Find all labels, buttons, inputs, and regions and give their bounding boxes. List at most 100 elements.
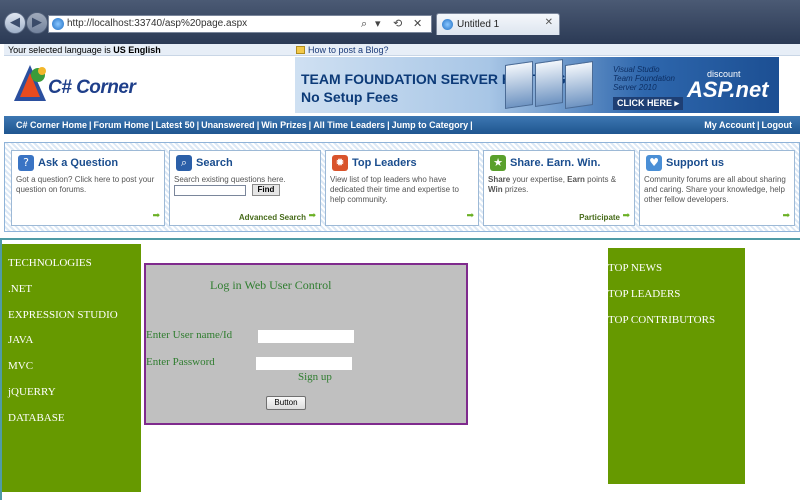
binoculars-icon: ⌕ (176, 155, 192, 171)
search-input[interactable] (174, 185, 246, 196)
share-earn-win-box: ★ Share. Earn. Win. Share your expertise… (483, 150, 635, 226)
left-sidebar: TECHNOLOGIES .NET EXPRESSION STUDIO JAVA… (2, 244, 141, 492)
support-us-box[interactable]: ♥ Support us Community forums are all ab… (639, 150, 795, 226)
arrow-right-icon[interactable]: ➡ (782, 210, 790, 221)
nav-home-link[interactable]: C# Corner Home (16, 120, 87, 130)
share-earn-win-title: Share. Earn. Win. (510, 157, 601, 169)
nav-separator: | (756, 120, 760, 130)
sidebar-item-dotnet[interactable]: .NET (2, 270, 141, 296)
product-box-image (505, 61, 533, 109)
nav-my-account-link[interactable]: My Account (704, 120, 755, 130)
main-nav: C# Corner Home | Forum Home | Latest 50 | Unan… (4, 116, 800, 134)
language-bar: Your selected language is US English How… (4, 44, 800, 56)
address-text[interactable]: http://localhost:33740/asp%20page.aspx (67, 18, 247, 29)
nav-separator: | (308, 120, 312, 130)
share-word: Share (488, 175, 511, 184)
nav-win-prizes-link[interactable]: Win Prizes (261, 120, 306, 130)
product-box-image (565, 61, 593, 109)
search-box: ⌕ Search Search existing questions here.… (169, 150, 321, 226)
sidebar-item-java[interactable]: JAVA (2, 321, 141, 347)
logo-badge-icon (14, 65, 46, 101)
ie-tab-icon (442, 19, 453, 30)
back-arrow-icon: ◀ (10, 15, 20, 30)
nav-right-links: My Account | Logout (704, 116, 792, 134)
search-title: Search (196, 157, 233, 169)
arrow-right-icon[interactable]: ➡ (308, 210, 316, 221)
back-button[interactable]: ◀ (4, 12, 26, 34)
password-input[interactable] (256, 357, 352, 370)
sidebar-item-database[interactable]: DATABASE (2, 399, 141, 425)
nav-separator: | (256, 120, 260, 130)
question-icon: ? (18, 155, 34, 171)
top-leaders-title[interactable]: Top Leaders (352, 157, 417, 169)
ad-banner[interactable]: TEAM FOUNDATION SERVER HOSTING No Setup … (295, 57, 779, 113)
sidebar-item-technologies[interactable]: TECHNOLOGIES (2, 244, 141, 270)
signup-link[interactable]: Sign up (298, 371, 332, 383)
sidebar-item-top-news[interactable]: TOP NEWS (608, 248, 745, 274)
advanced-search-link[interactable]: Advanced Search (239, 213, 306, 222)
ad-brand-logo: discount ASP.net (687, 67, 775, 107)
top-leaders-box[interactable]: ✹ Top Leaders View list of top leaders w… (325, 150, 479, 226)
sidebar-item-expression-studio[interactable]: EXPRESSION STUDIO (2, 296, 141, 322)
refresh-icon[interactable]: ⟲ (393, 17, 402, 30)
nav-latest-link[interactable]: Latest 50 (156, 120, 195, 130)
language-label: Your selected language is US English (8, 44, 161, 56)
desc-text: prizes. (502, 185, 529, 194)
content-divider (0, 238, 800, 240)
forward-arrow-icon: ▶ (32, 15, 42, 30)
arrow-right-icon[interactable]: ➡ (622, 210, 630, 221)
ask-question-desc: Got a question? Click here to post your … (16, 175, 155, 194)
sidebar-item-mvc[interactable]: MVC (2, 347, 141, 373)
nav-separator: | (151, 120, 154, 130)
find-button[interactable]: Find (252, 184, 280, 196)
support-us-title[interactable]: Support us (666, 157, 724, 169)
tab-title: Untitled 1 (457, 19, 500, 30)
blog-help-link-text[interactable]: How to post a Blog? (308, 45, 389, 55)
ask-question-box[interactable]: ? Ask a Question Got a question? Click h… (11, 150, 165, 226)
nav-all-time-leaders-link[interactable]: All Time Leaders (313, 120, 385, 130)
ad-subheadline: No Setup Fees (301, 89, 399, 105)
blog-help-link[interactable]: How to post a Blog? (296, 44, 389, 56)
participate-link[interactable]: Participate (579, 213, 620, 222)
arrow-right-icon[interactable]: ➡ (466, 210, 474, 221)
nav-left-links: C# Corner Home | Forum Home | Latest 50 | Unan… (16, 116, 475, 134)
username-input[interactable] (258, 330, 354, 343)
browser-tab[interactable]: Untitled 1 ✕ (436, 13, 560, 35)
desc-text: points & (584, 175, 617, 184)
login-button[interactable]: Button (266, 396, 306, 410)
ie-page-icon (52, 18, 64, 30)
login-control: Log in Web User Control Enter User name/… (144, 263, 468, 425)
language-value[interactable]: US English (113, 45, 161, 55)
star-icon: ★ (490, 155, 506, 171)
logo-text: C# Corner (48, 77, 136, 98)
arrow-right-icon[interactable]: ➡ (152, 210, 160, 221)
support-us-desc: Community forums are all about sharing a… (644, 175, 786, 204)
nav-jump-to-category-link[interactable]: Jump to Category (392, 120, 469, 130)
nav-separator: | (470, 120, 473, 130)
ad-click-here[interactable]: CLICK HERE ▸ (613, 97, 684, 110)
earn-word: Earn (567, 175, 585, 184)
nav-separator: | (196, 120, 200, 130)
folder-icon (296, 46, 305, 54)
stop-icon[interactable]: ✕ (413, 17, 422, 30)
share-earn-win-desc: Share your expertise, Earn points & Win … (488, 175, 630, 195)
sidebar-item-top-leaders[interactable]: TOP LEADERS (608, 274, 745, 300)
search-icon[interactable]: ⌕ (361, 17, 367, 31)
login-title: Log in Web User Control (210, 278, 332, 292)
ask-question-title[interactable]: Ask a Question (38, 157, 118, 169)
product-box-image (535, 59, 563, 107)
address-bar[interactable]: http://localhost:33740/asp%20page.aspx ⌕… (48, 15, 432, 33)
right-sidebar: TOP NEWS TOP LEADERS TOP CONTRIBUTORS (608, 248, 745, 484)
tab-close-icon[interactable]: ✕ (545, 17, 553, 28)
sidebar-item-jquery[interactable]: jQUERRY (2, 373, 141, 399)
forward-button[interactable]: ▶ (26, 12, 48, 34)
browser-chrome: ◀ ▶ http://localhost:33740/asp%20page.as… (0, 0, 800, 44)
desc-text: your expertise, (510, 175, 568, 184)
site-logo[interactable]: C# Corner (10, 59, 150, 109)
top-leaders-desc: View list of top leaders who have dedica… (330, 175, 459, 204)
dropdown-icon[interactable]: ▾ (375, 17, 381, 30)
nav-logout-link[interactable]: Logout (762, 120, 793, 130)
sidebar-item-top-contributors[interactable]: TOP CONTRIBUTORS (608, 300, 745, 326)
nav-unanswered-link[interactable]: Unanswered (201, 120, 255, 130)
nav-forum-home-link[interactable]: Forum Home (94, 120, 150, 130)
